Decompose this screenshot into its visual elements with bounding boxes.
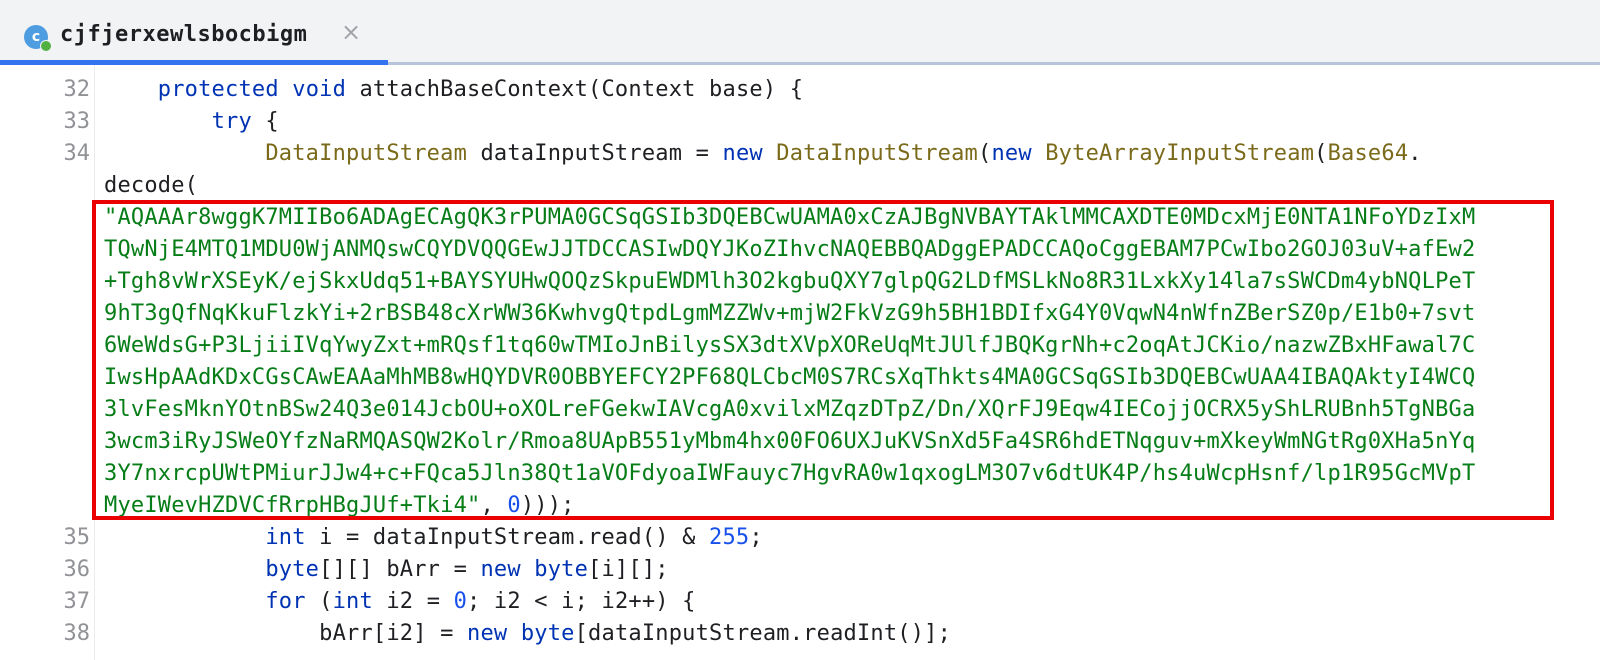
code-text: [dataInputStream.readInt()]; <box>574 621 952 646</box>
tab-bar-border <box>388 62 1600 65</box>
base64-string-line: TQwNjE4MTQ1MDU0WjANMQswCQYDVQQGEwJJTDCCA… <box>104 237 1476 262</box>
keyword: protected <box>157 77 279 102</box>
keyword: new <box>722 141 763 166</box>
code-text: i2 = <box>372 589 454 614</box>
line-number: 33 <box>63 109 91 134</box>
gutter-separator <box>94 65 95 660</box>
line-number: 36 <box>63 557 91 582</box>
code-line-35: int i = dataInputStream.read() & 255; <box>104 525 763 550</box>
editor-tab-bar: c cjfjerxewlsbocbigm × <box>0 0 1600 65</box>
type-name: DataInputStream <box>776 141 978 166</box>
keyword: void <box>292 77 347 102</box>
type-name: Base64 <box>1327 141 1409 166</box>
code-line-38: bArr[i2] = new byte[dataInputStream.read… <box>104 621 951 646</box>
number-literal: 255 <box>709 525 750 550</box>
base64-string-line: 6WeWdsG+P3LjiiIVqYwyZxt+mRQsf1tq60wTMIoJ… <box>104 333 1476 358</box>
keyword: byte <box>265 557 320 582</box>
code-text: ( <box>305 589 333 614</box>
class-status-dot-icon <box>40 40 52 52</box>
code-line-36: byte[][] bArr = new byte[i][]; <box>104 557 669 582</box>
code-line-34: DataInputStream dataInputStream = new Da… <box>104 141 1422 166</box>
code-text: attachBaseContext(Context base) { <box>346 77 804 102</box>
code-text: [][] bArr = <box>319 557 481 582</box>
base64-string-line: "AQAAAr8wggK7MIIBo6ADAgECAgQK3rPUMA0GCSq… <box>104 205 1476 230</box>
code-text: i = dataInputStream.read() & <box>305 525 710 550</box>
tab-title: cjfjerxewlsbocbigm <box>60 22 308 47</box>
code-line-37: for (int i2 = 0; i2 < i; i2++) { <box>104 589 696 614</box>
keyword: byte <box>534 557 589 582</box>
code-text: [i][]; <box>588 557 669 582</box>
base64-string-line: 9hT3gQfNqKkuFlzkYi+2rBSB48cXrWW36KwhvgQt… <box>104 301 1476 326</box>
base64-string-line: IwsHpAAdKDxCGsCAwEAAaMhMB8wHQYDVR0OBBYEF… <box>104 365 1476 390</box>
code-text: ; i2 < i; i2++) { <box>467 589 696 614</box>
code-text: ))); <box>520 493 575 518</box>
base64-string-line: 3lvFesMknYOtnBSw24Q3e014JcbOU+oXOLreFGek… <box>104 397 1476 422</box>
code-line-34-wrap-decode: decode( <box>104 173 199 198</box>
line-number-gutter: 32 33 34 35 36 37 38 <box>0 65 90 660</box>
type-name: ByteArrayInputStream <box>1045 141 1315 166</box>
code-text: . <box>1408 141 1422 166</box>
type-name: DataInputStream <box>265 141 468 166</box>
keyword: new <box>991 141 1032 166</box>
line-number: 32 <box>63 77 91 102</box>
base64-string-last-line: MyeIWevHZDVCfRrpHBgJUf+Tki4", 0))); <box>104 493 575 518</box>
base64-string-line: 3Y7nxrcpUWtPMiurJJw4+c+FQca5Jln38Qt1aVOF… <box>104 461 1476 486</box>
base64-string-line: MyeIWevHZDVCfRrpHBgJUf+Tki4" <box>104 493 481 518</box>
keyword: int <box>332 589 373 614</box>
number-literal: 0 <box>453 589 468 614</box>
close-icon[interactable]: × <box>340 20 362 44</box>
code-text: ; <box>749 525 763 550</box>
line-number: 37 <box>63 589 91 614</box>
keyword: new <box>480 557 521 582</box>
code-text: , <box>480 493 508 518</box>
keyword: int <box>265 525 306 550</box>
editor-tab[interactable]: c cjfjerxewlsbocbigm × <box>0 0 388 65</box>
code-line-33: try { <box>104 109 279 134</box>
code-text: ( <box>977 141 992 166</box>
keyword: try <box>211 109 252 134</box>
base64-string-line: 3wcm3iRyJSWeOYfzNaRMQASQW2Kolr/Rmoa8UApB… <box>104 429 1476 454</box>
code-text: { <box>251 109 279 134</box>
code-text: dataInputStream = <box>467 141 723 166</box>
line-number: 34 <box>63 141 91 166</box>
line-number: 38 <box>63 621 91 646</box>
code-line-32: protected void attachBaseContext(Context… <box>104 77 803 102</box>
code-text: ( <box>1314 141 1328 166</box>
code-text: bArr[i2] = <box>319 621 468 646</box>
keyword: new <box>467 621 508 646</box>
keyword: byte <box>520 621 575 646</box>
number-literal: 0 <box>507 493 521 518</box>
keyword: for <box>265 589 306 614</box>
line-number: 35 <box>63 525 91 550</box>
base64-string-line: +Tgh8vWrXSEyK/ejSkxUdq51+BAYSYUHwQOQzSkp… <box>104 269 1476 294</box>
